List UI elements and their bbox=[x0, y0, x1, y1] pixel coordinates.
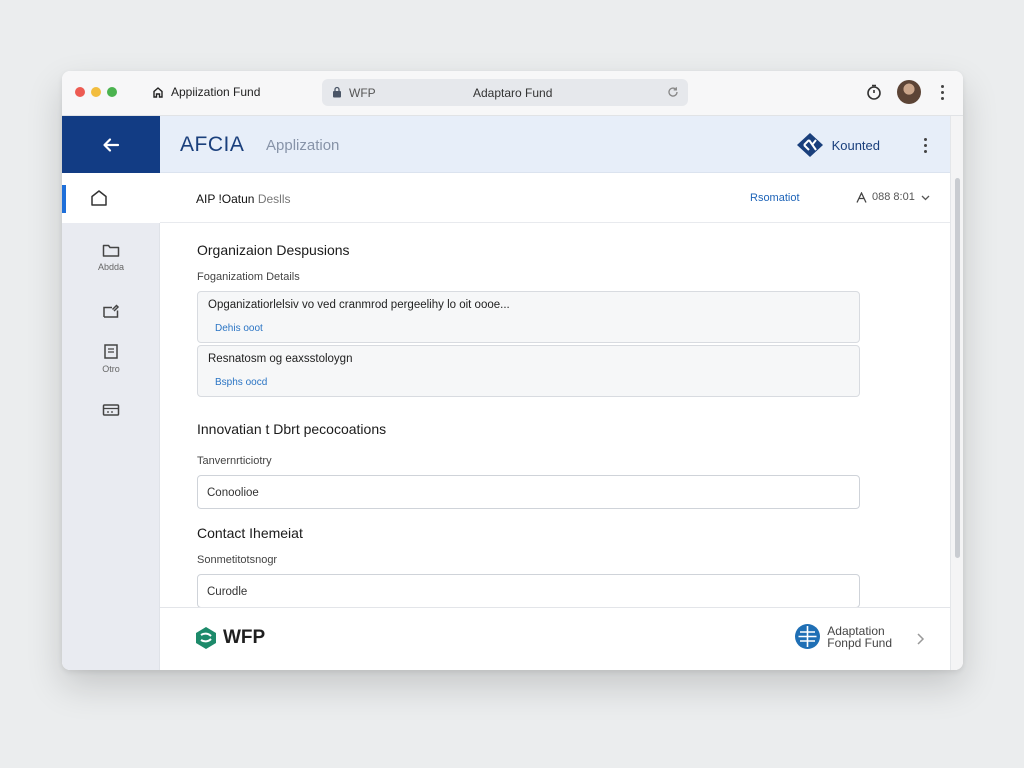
wfp-logo-icon bbox=[196, 627, 216, 649]
tab-title: Appiization Fund bbox=[171, 85, 261, 99]
scrollbar-thumb[interactable] bbox=[955, 178, 960, 558]
partner-name: Kounted bbox=[831, 137, 880, 153]
address-page: Adaptaro Fund bbox=[473, 86, 553, 100]
chevron-right-icon[interactable] bbox=[914, 632, 926, 646]
lock-icon bbox=[333, 86, 341, 98]
innovation-field-label: Tanvernrticiotry bbox=[197, 455, 272, 467]
organization-card[interactable]: Resnatosm og eaxsstoloygn Bsphs oocd bbox=[197, 345, 860, 397]
folder-edit-icon bbox=[103, 304, 120, 318]
page-footer: WFP Adaptation Fonpd Fund bbox=[160, 607, 950, 670]
maximize-window-button[interactable] bbox=[107, 87, 117, 97]
sidebar-item-home[interactable] bbox=[62, 173, 160, 223]
user-menu-label: 088 8:01 bbox=[872, 191, 915, 203]
app-header: AFCIA Applization Kounted bbox=[160, 116, 950, 173]
app-menu-icon[interactable] bbox=[918, 136, 932, 154]
sidebar-item-label: Abdda bbox=[97, 262, 125, 272]
main-content: Organizaion Despusions Foganizatiom Deta… bbox=[160, 223, 950, 608]
address-bar[interactable]: WFP Adaptaro Fund bbox=[322, 79, 688, 106]
arrow-left-icon bbox=[103, 137, 120, 152]
adaptation-fund-logo-text: Adaptation Fonpd Fund bbox=[827, 625, 892, 649]
organization-details-label: Foganizatiom Details bbox=[197, 271, 300, 283]
site-icon bbox=[153, 87, 163, 98]
partner-logo[interactable]: Kounted bbox=[796, 132, 880, 158]
scrollbar[interactable] bbox=[950, 116, 963, 670]
page-title: AIP !Oatun Deslls bbox=[196, 192, 291, 206]
adaptation-fund-logo[interactable]: Adaptation Fonpd Fund bbox=[794, 623, 892, 650]
page-title-suffix: Deslls bbox=[257, 192, 291, 206]
organization-card[interactable]: Opganizatiorlelsiv vo ved cranmrod perge… bbox=[197, 291, 860, 343]
user-menu[interactable]: 088 8:01 bbox=[856, 191, 931, 203]
wfp-logo-text: WFP bbox=[223, 627, 266, 648]
section-title-innovation: Innovatian t Dbrt pecocoations bbox=[197, 421, 387, 437]
document-icon bbox=[104, 344, 118, 359]
wallet-icon bbox=[102, 404, 120, 416]
home-icon bbox=[91, 190, 107, 206]
sidebar-item-label: Otro bbox=[102, 364, 120, 374]
partner-logo-icon bbox=[796, 133, 823, 157]
user-icon bbox=[856, 191, 867, 203]
card-link[interactable]: Bsphs oocd bbox=[215, 377, 267, 388]
back-button[interactable] bbox=[62, 116, 160, 173]
timer-icon[interactable] bbox=[865, 83, 883, 101]
card-link[interactable]: Dehis ooot bbox=[215, 323, 263, 334]
folder-icon bbox=[102, 244, 120, 257]
browser-menu-icon[interactable] bbox=[935, 83, 949, 101]
page-action-link[interactable]: Rsomatiot bbox=[750, 192, 800, 204]
address-site: WFP bbox=[349, 86, 376, 100]
app-brand[interactable]: AFCIA bbox=[180, 133, 244, 157]
minimize-window-button[interactable] bbox=[91, 87, 101, 97]
avatar[interactable] bbox=[897, 80, 921, 104]
wfp-logo[interactable]: WFP bbox=[193, 625, 265, 651]
sidebar-item-documents[interactable]: Otro bbox=[62, 342, 160, 374]
browser-tab[interactable]: Appiization Fund bbox=[152, 85, 260, 99]
sidebar-item-folder[interactable]: Abdda bbox=[62, 240, 160, 272]
adaptation-fund-logo-icon bbox=[795, 624, 821, 649]
reload-icon[interactable] bbox=[666, 85, 680, 99]
contact-field-label: Sonmetitotsnogr bbox=[197, 554, 278, 566]
active-indicator bbox=[62, 185, 66, 213]
browser-titlebar: Appiization Fund WFP Adaptaro Fund bbox=[62, 71, 963, 116]
contact-input[interactable]: Curodle bbox=[197, 574, 860, 608]
close-window-button[interactable] bbox=[75, 87, 85, 97]
sidebar-item-wallet[interactable] bbox=[62, 400, 160, 422]
browser-window: Appiization Fund WFP Adaptaro Fund Abdda bbox=[62, 71, 963, 670]
adaptation-fund-line2: Fonpd Fund bbox=[827, 635, 892, 650]
chevron-down-icon bbox=[921, 195, 930, 200]
sidebar: Abdda Otro bbox=[62, 116, 160, 670]
innovation-input[interactable]: Conoolioe bbox=[197, 475, 860, 509]
adaptation-fund-line1: Adaptation bbox=[827, 623, 885, 638]
page-title-main: AIP !Oatun bbox=[196, 192, 255, 206]
page-bar: AIP !Oatun Deslls Rsomatiot 088 8:01 bbox=[160, 173, 950, 223]
card-text: Opganizatiorlelsiv vo ved cranmrod perge… bbox=[208, 299, 510, 311]
section-title-organization: Organizaion Despusions bbox=[197, 242, 350, 258]
card-text: Resnatosm og eaxsstoloygn bbox=[208, 353, 353, 365]
section-title-contact: Contact Ihemeiat bbox=[197, 525, 303, 541]
app-brand-subtitle: Applization bbox=[266, 137, 340, 154]
sidebar-item-folder-edit[interactable] bbox=[62, 301, 160, 323]
browser-toolbar-right bbox=[865, 80, 949, 104]
